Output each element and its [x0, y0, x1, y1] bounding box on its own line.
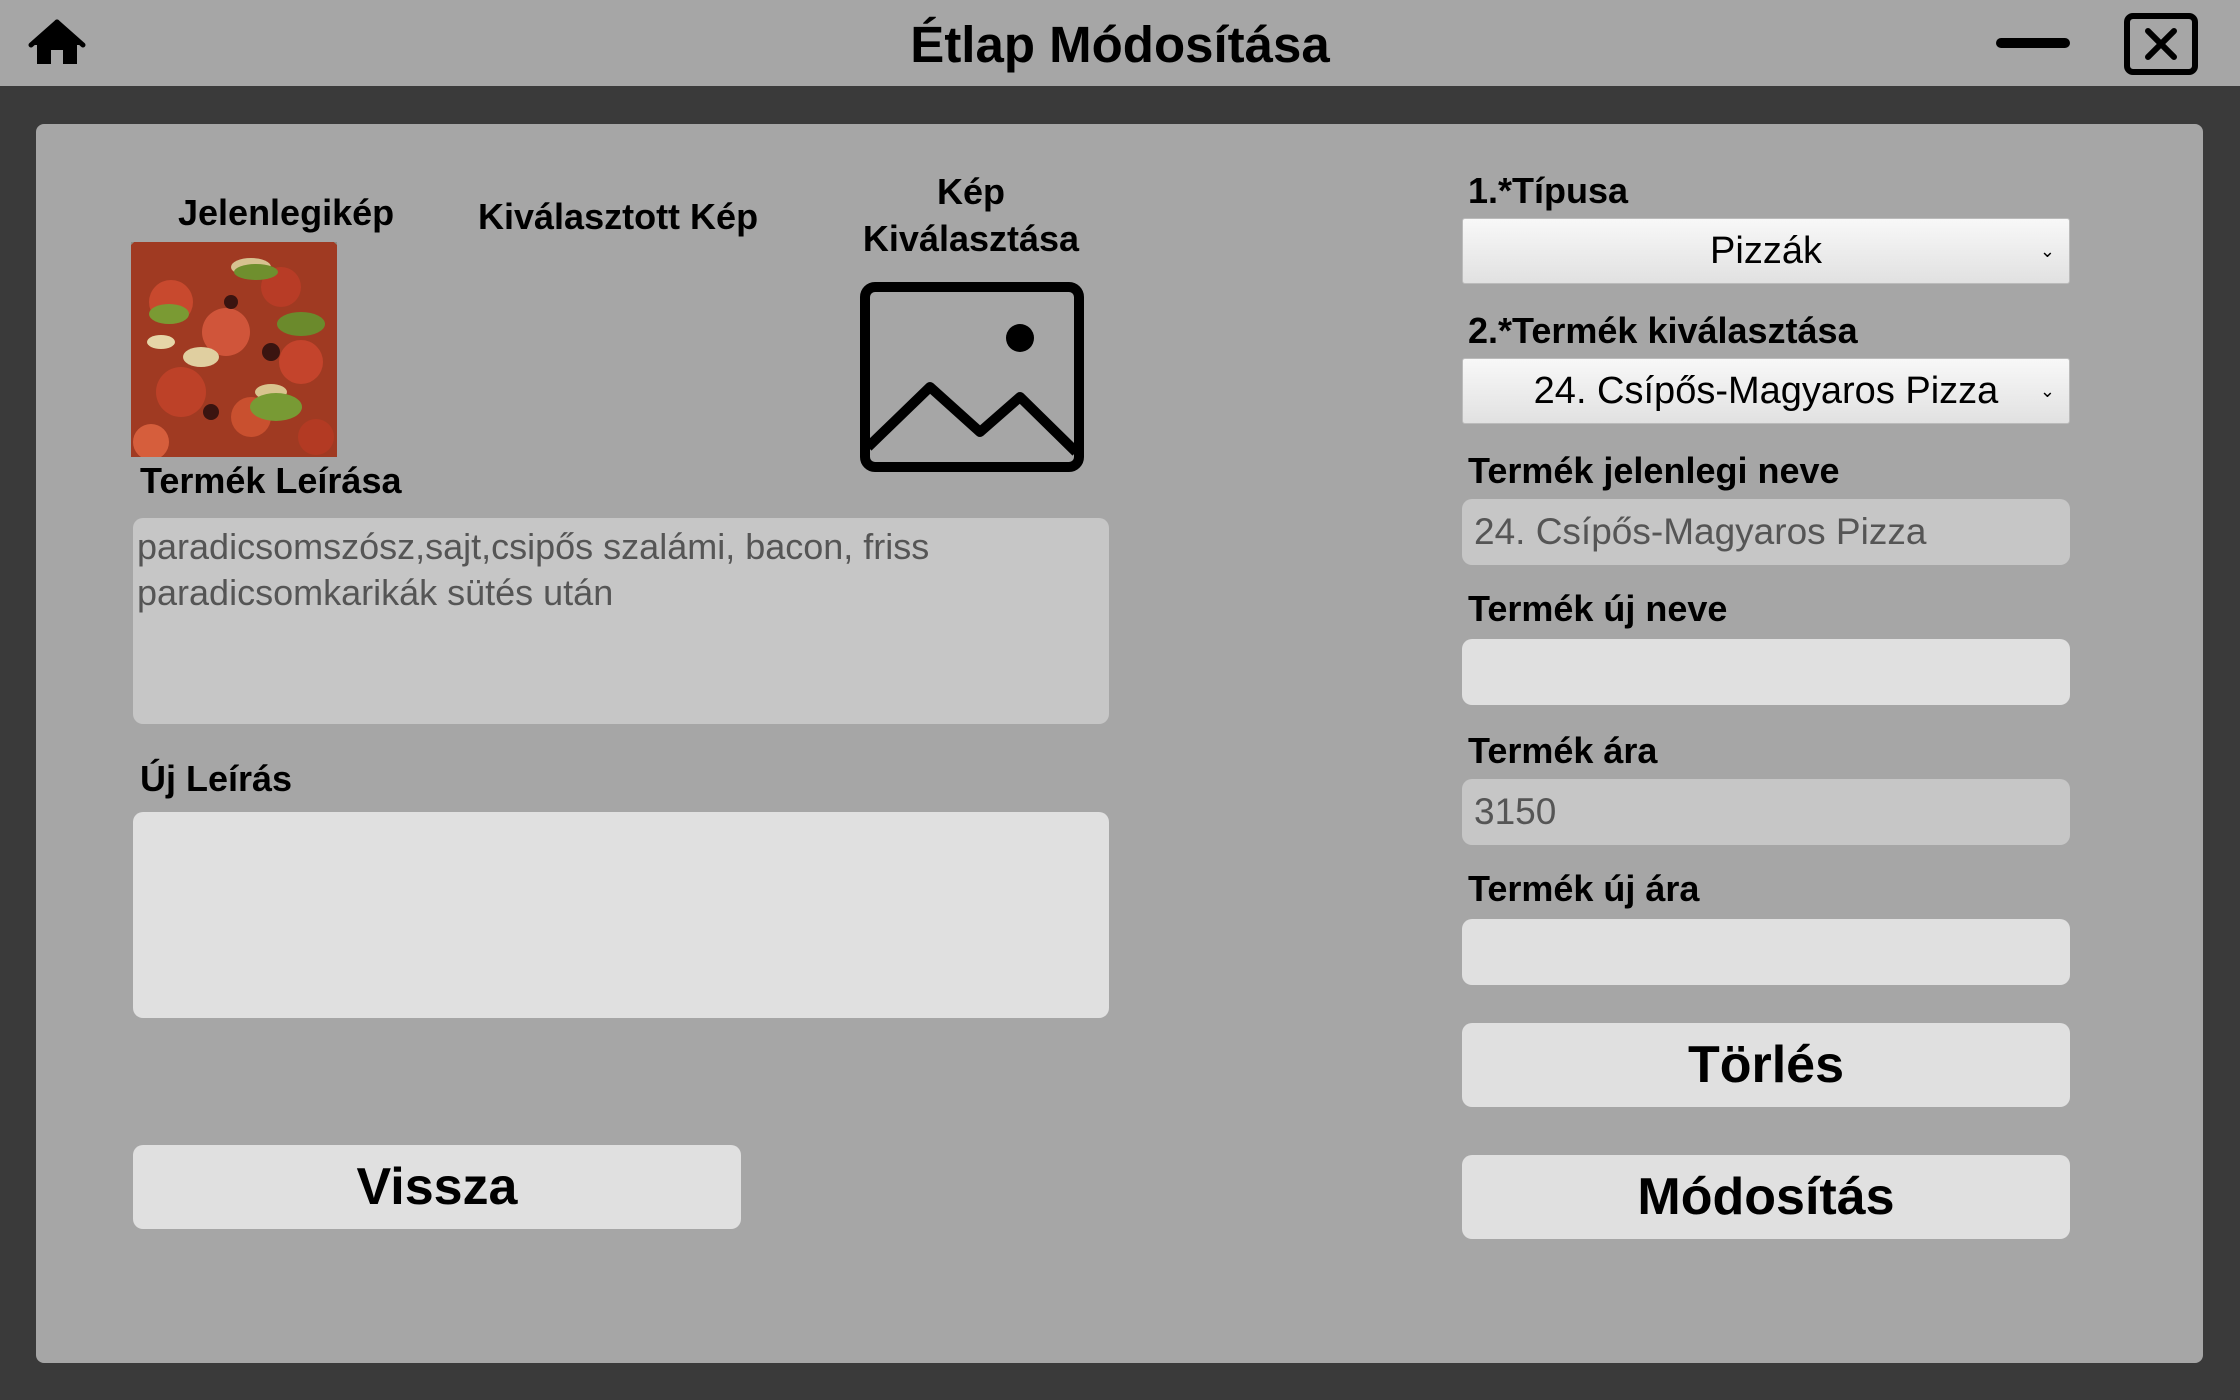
choose-image-label-line2: Kiválasztása — [862, 218, 1080, 259]
title-bar: Étlap Módosítása — [0, 0, 2240, 86]
image-icon — [860, 282, 1084, 472]
choose-image-label-line1: Kép — [936, 171, 1005, 212]
new-price-input[interactable] — [1462, 919, 2070, 985]
new-description-textarea[interactable] — [133, 812, 1109, 1018]
current-name-label: Termék jelenlegi neve — [1468, 450, 1840, 491]
selected-image-label: Kiválasztott Kép — [478, 196, 759, 237]
choose-image-label: Kép Kiválasztása — [846, 168, 1096, 262]
description-label: Termék Leírása — [140, 460, 402, 501]
back-button[interactable]: Vissza — [133, 1145, 741, 1229]
product-select-value: 24. Csípős-Magyaros Pizza — [1533, 370, 1999, 412]
type-select-value: Pizzák — [1710, 230, 1822, 272]
delete-button[interactable]: Törlés — [1462, 1023, 2070, 1107]
type-label: 1.*Típusa — [1468, 170, 1629, 211]
pizza-photo — [131, 242, 337, 457]
price-label: Termék ára — [1468, 730, 1658, 771]
type-select[interactable]: Pizzák ⌄ — [1462, 218, 2070, 284]
minimize-button[interactable] — [1994, 26, 2072, 60]
product-label: 2.*Termék kiválasztása — [1468, 310, 1858, 351]
current-image-label: Jelenlegikép — [178, 192, 395, 233]
choose-image-button[interactable] — [860, 282, 1084, 472]
current-product-image — [131, 242, 337, 457]
product-select[interactable]: 24. Csípős-Magyaros Pizza ⌄ — [1462, 358, 2070, 424]
description-textarea[interactable]: paradicsomszósz,sajt,csipős szalámi, bac… — [133, 518, 1109, 724]
window-title: Étlap Módosítása — [910, 16, 1330, 73]
price-field: 3150 — [1462, 779, 2070, 845]
new-price-label: Termék új ára — [1468, 868, 1700, 909]
close-button[interactable] — [2124, 13, 2198, 75]
chevron-down-icon: ⌄ — [2039, 381, 2055, 401]
close-icon — [2145, 28, 2177, 60]
modify-button[interactable]: Módosítás — [1462, 1155, 2070, 1239]
chevron-down-icon: ⌄ — [2039, 241, 2055, 261]
new-name-input[interactable] — [1462, 639, 2070, 705]
new-name-label: Termék új neve — [1468, 588, 1728, 629]
current-name-field: 24. Csípős-Magyaros Pizza — [1462, 499, 2070, 565]
new-description-label: Új Leírás — [140, 758, 293, 799]
